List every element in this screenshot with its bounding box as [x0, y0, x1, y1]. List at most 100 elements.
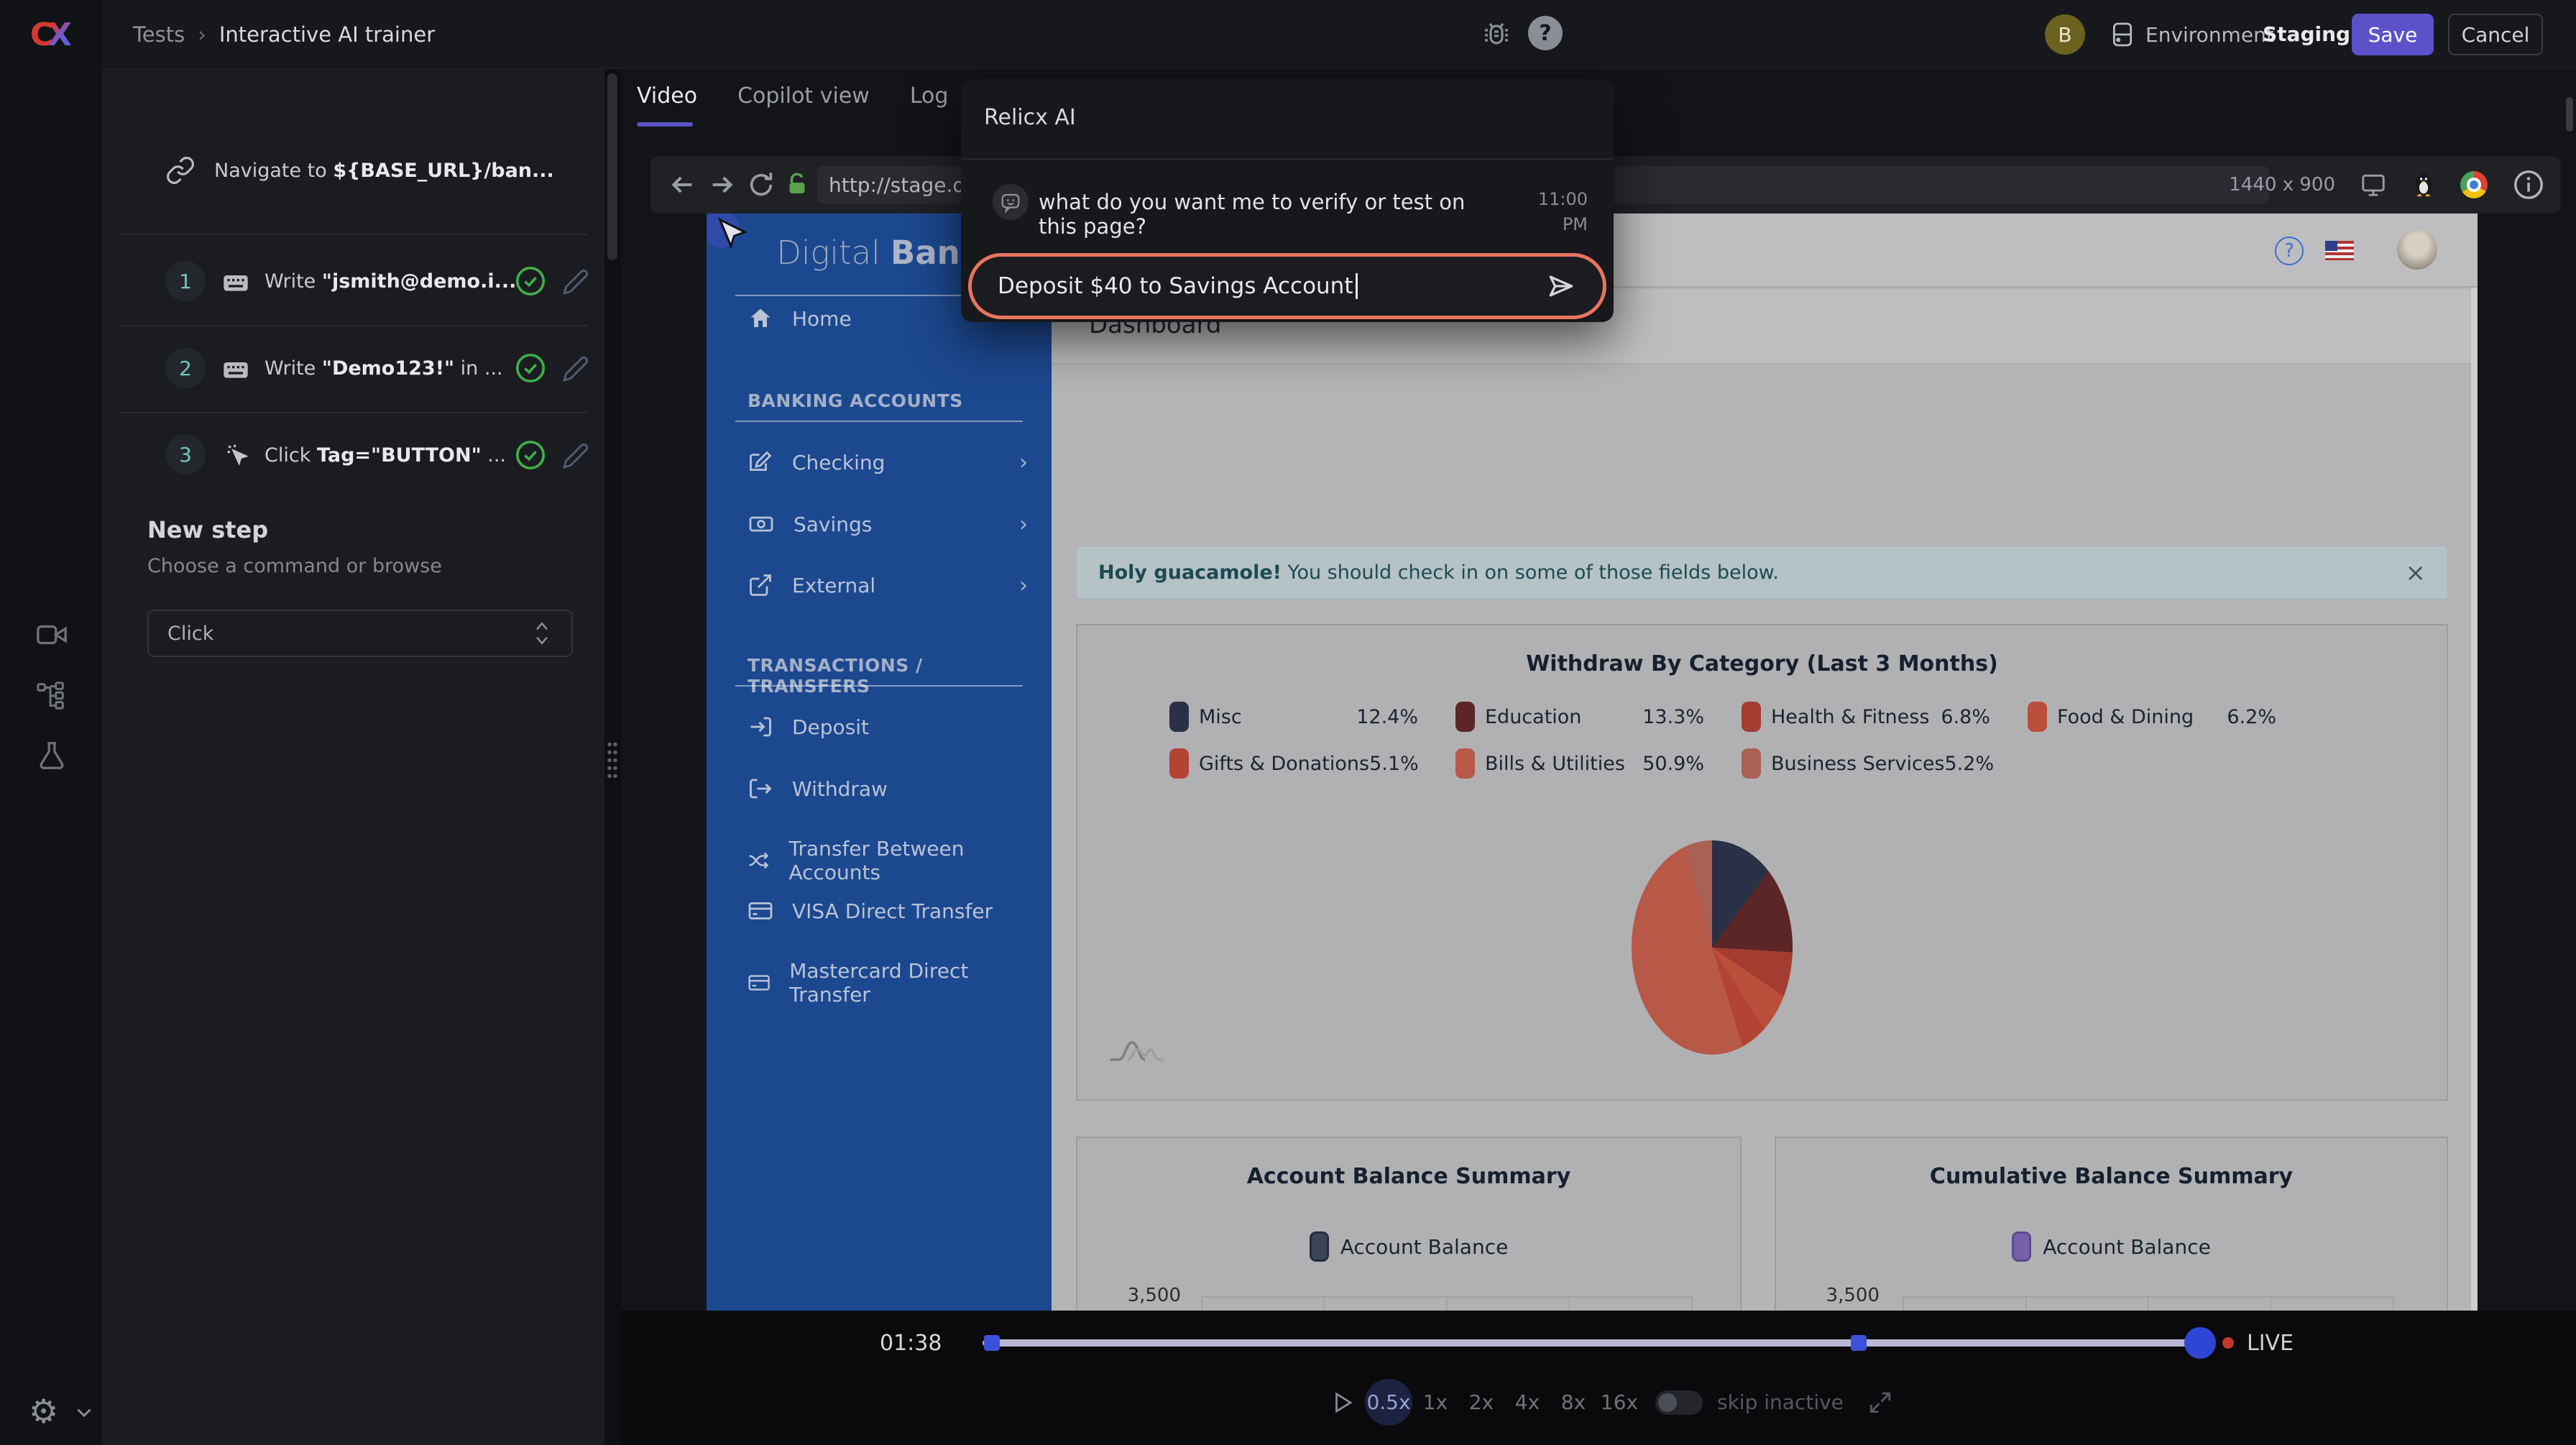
edit-pencil-icon[interactable] — [562, 355, 589, 382]
divider — [119, 325, 587, 326]
avatar-initial: B — [2058, 23, 2071, 47]
legend-swatch — [1455, 748, 1475, 779]
forward-icon[interactable] — [708, 170, 737, 199]
tab-video[interactable]: Video — [637, 83, 697, 109]
keyboard-icon — [221, 355, 250, 384]
legend-swatch — [1742, 702, 1761, 732]
seek-thumb[interactable] — [2184, 1327, 2216, 1359]
back-icon[interactable] — [668, 170, 696, 199]
video-camera-icon[interactable] — [35, 618, 68, 651]
checking-icon — [748, 449, 773, 475]
us-flag-icon[interactable] — [2325, 241, 2354, 260]
select-updown-icon — [531, 620, 553, 646]
legend-label: Food & Dining — [2057, 706, 2194, 728]
seek-marker-mid[interactable] — [1851, 1335, 1867, 1351]
speed-8x[interactable]: 8x — [1550, 1390, 1596, 1414]
legend-value: 12.4% — [1356, 706, 1455, 728]
timestamp-ampm: PM — [1538, 212, 1588, 237]
step-value: "jsmith@demo.i... — [322, 270, 517, 293]
speed-4x[interactable]: 4x — [1504, 1390, 1550, 1414]
speed-16x[interactable]: 16x — [1596, 1390, 1642, 1414]
legend-item[interactable]: Bills & Utilities50.9% — [1455, 748, 1742, 779]
settings-gear-icon[interactable]: ⚙ — [29, 1392, 58, 1431]
reload-icon[interactable] — [747, 170, 776, 199]
fullscreen-icon[interactable] — [1868, 1390, 1892, 1415]
live-dot — [2222, 1337, 2234, 1349]
environment-value[interactable]: Staging — [2263, 22, 2350, 46]
seek-bar[interactable] — [983, 1339, 2210, 1347]
info-icon[interactable] — [2512, 168, 2545, 201]
command-select[interactable]: Click — [147, 610, 573, 657]
bank-nav-label: Mastercard Direct Transfer — [789, 959, 1028, 1006]
video-viewport[interactable]: Digital Bank Home BANKING ACCOUNTS Check… — [707, 214, 2478, 1311]
linux-icon — [2411, 171, 2436, 198]
navigate-target: ${BASE_URL}/ban... — [333, 160, 553, 182]
withdraw-icon — [748, 776, 773, 802]
monitor-icon[interactable] — [2360, 171, 2387, 198]
bank-scrollbar[interactable] — [2471, 288, 2478, 1311]
bank-nav-transfer[interactable]: Transfer Between Accounts — [748, 837, 1028, 884]
divider — [735, 421, 1023, 422]
send-icon[interactable] — [1545, 270, 1577, 302]
breadcrumb-root[interactable]: Tests — [133, 22, 185, 47]
app-logo[interactable]: CX — [0, 0, 102, 69]
bank-nav-deposit[interactable]: Deposit — [748, 714, 1028, 740]
account-balance-card: Account Balance Summary Account Balance … — [1076, 1137, 1742, 1311]
edit-pencil-icon[interactable] — [562, 442, 589, 469]
legend-item[interactable]: Gifts & Donations5.1% — [1169, 748, 1455, 779]
navigate-prefix: Navigate to — [214, 160, 333, 182]
navigate-step[interactable]: Navigate to ${BASE_URL}/ban... — [165, 155, 582, 185]
panel-divider[interactable] — [604, 69, 621, 1445]
cancel-button[interactable]: Cancel — [2448, 14, 2543, 55]
legend-swatch — [1455, 702, 1475, 732]
speed-2x[interactable]: 2x — [1458, 1390, 1504, 1414]
flow-tree-icon[interactable] — [35, 679, 68, 712]
edit-pencil-icon[interactable] — [562, 268, 589, 295]
bank-nav-label: Deposit — [792, 715, 869, 739]
speed-0.5x[interactable]: 0.5x — [1365, 1379, 1412, 1426]
legend-item[interactable]: Education13.3% — [1455, 702, 1742, 732]
avatar[interactable]: B — [2045, 14, 2085, 55]
bank-logo-light: Digital — [776, 234, 891, 272]
flask-icon[interactable] — [35, 739, 68, 772]
player-controls: 0.5x1x2x4x8x16x skip inactive — [1329, 1379, 1892, 1426]
skip-inactive-toggle[interactable] — [1655, 1390, 1703, 1415]
pie-chart[interactable] — [1632, 840, 1793, 1055]
ai-prompt-input[interactable]: Deposit $40 to Savings Account — [968, 253, 1606, 319]
legend-item[interactable]: Business Services5.2% — [1742, 748, 2028, 779]
bank-nav-checking[interactable]: Checking › — [748, 449, 1028, 475]
bank-nav-savings[interactable]: Savings › — [748, 511, 1028, 537]
save-button[interactable]: Save — [2352, 14, 2434, 55]
legend-item[interactable]: Food & Dining6.2% — [2028, 702, 2314, 732]
scrollbar-thumb[interactable] — [607, 73, 617, 260]
legend-value: 13.3% — [1642, 706, 1742, 728]
bank-nav-mastercard-transfer[interactable]: Mastercard Direct Transfer — [748, 959, 1028, 1006]
chevron-right-icon: › — [1019, 512, 1028, 537]
bank-help-icon[interactable]: ? — [2275, 237, 2304, 265]
main-scrollbar-thumb[interactable] — [2566, 97, 2573, 132]
legend-item[interactable]: Health & Fitness6.8% — [1742, 702, 2028, 732]
tab-copilot-view[interactable]: Copilot view — [737, 83, 870, 109]
bank-nav-withdraw[interactable]: Withdraw — [748, 776, 1028, 802]
seek-marker-start[interactable] — [984, 1335, 1000, 1351]
bug-icon[interactable] — [1479, 16, 1514, 50]
legend-swatch — [2028, 702, 2047, 732]
alert-close-icon[interactable]: × — [2406, 559, 2426, 587]
speed-1x[interactable]: 1x — [1412, 1390, 1458, 1414]
drag-handle[interactable] — [607, 740, 618, 779]
bank-nav-visa-transfer[interactable]: VISA Direct Transfer — [748, 898, 1028, 924]
play-icon[interactable] — [1329, 1390, 1355, 1416]
bank-user-avatar[interactable] — [2397, 229, 2437, 270]
tab-log[interactable]: Log — [910, 83, 949, 109]
breadcrumb-separator: › — [198, 22, 206, 47]
chevron-down-icon[interactable] — [72, 1400, 96, 1425]
bank-content: Holy guacamole! You should check in on s… — [1052, 364, 2478, 1311]
legend-item[interactable]: Misc12.4% — [1169, 702, 1455, 732]
bank-nav-external[interactable]: External › — [748, 572, 1028, 598]
divider — [119, 412, 587, 413]
sparkline-icon[interactable] — [1109, 1037, 1165, 1065]
logo-letter-x: X — [47, 17, 72, 53]
bars-layer — [1077, 1138, 1742, 1311]
help-icon[interactable]: ? — [1528, 16, 1563, 50]
live-label: LIVE — [2247, 1331, 2294, 1356]
